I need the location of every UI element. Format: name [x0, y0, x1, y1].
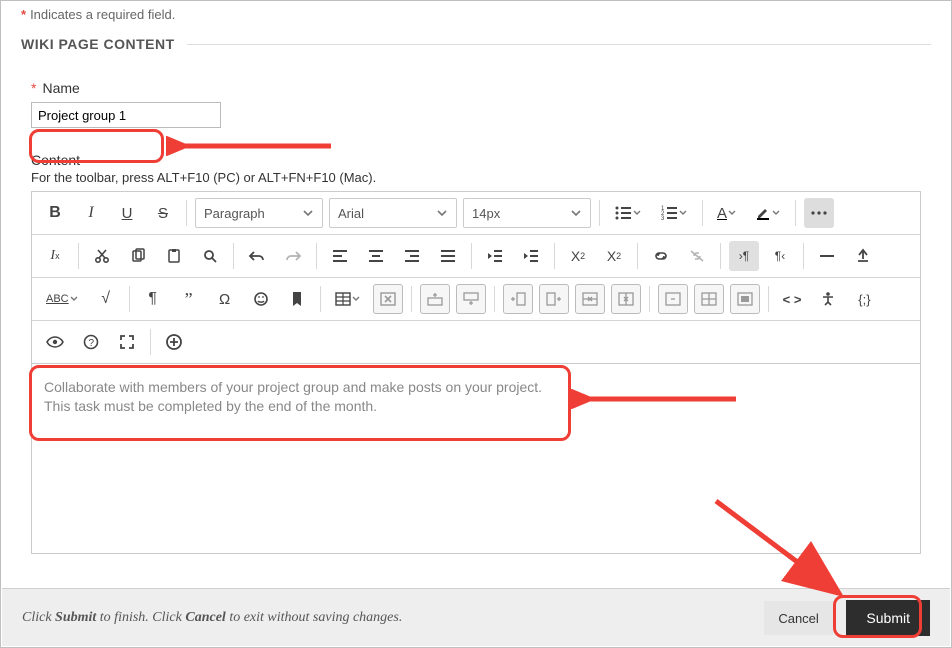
attach-button[interactable] — [848, 241, 878, 271]
redo-button[interactable] — [278, 241, 308, 271]
delete-col-button[interactable] — [611, 284, 641, 314]
strikethrough-button[interactable]: S — [148, 198, 178, 228]
bookmark-button[interactable] — [282, 284, 312, 314]
cut-button[interactable] — [87, 241, 117, 271]
preview-button[interactable] — [40, 327, 70, 357]
text-color-button[interactable]: A — [711, 198, 743, 228]
indent-button[interactable] — [516, 241, 546, 271]
numbered-list-button[interactable]: 123 — [654, 198, 694, 228]
bullet-list-button[interactable] — [608, 198, 648, 228]
ltr-button[interactable]: ›¶ — [729, 241, 759, 271]
code-block-button[interactable]: {;} — [849, 284, 879, 314]
section-title: WIKI PAGE CONTENT — [21, 36, 931, 52]
italic-button[interactable]: I — [76, 198, 106, 228]
insert-row-below-button[interactable] — [456, 284, 486, 314]
horizontal-rule-button[interactable] — [812, 241, 842, 271]
align-center-button[interactable] — [361, 241, 391, 271]
toolbar-hint: For the toolbar, press ALT+F10 (PC) or A… — [31, 170, 931, 185]
align-right-button[interactable] — [397, 241, 427, 271]
math-button[interactable]: √ — [91, 284, 121, 314]
cancel-button[interactable]: Cancel — [764, 601, 832, 635]
special-char-button[interactable]: Ω — [210, 284, 240, 314]
underline-button[interactable]: U — [112, 198, 142, 228]
highlight-color-button[interactable] — [749, 198, 787, 228]
paste-button[interactable] — [159, 241, 189, 271]
editor-content-area[interactable]: Collaborate with members of your project… — [31, 364, 921, 554]
editor-toolbar: B I U S Paragraph Arial 14px 123 A Ix — [31, 191, 921, 364]
submit-button[interactable]: Submit — [846, 600, 930, 636]
code-view-button[interactable]: < > — [777, 284, 808, 314]
bold-button[interactable]: B — [40, 198, 70, 228]
insert-col-right-button[interactable] — [539, 284, 569, 314]
editor-line: Collaborate with members of your project… — [44, 378, 908, 397]
table-button[interactable] — [329, 284, 367, 314]
rtl-button[interactable]: ¶‹ — [765, 241, 795, 271]
link-button[interactable] — [646, 241, 676, 271]
split-cells-button[interactable] — [694, 284, 724, 314]
help-button[interactable]: ? — [76, 327, 106, 357]
paragraph-mark-button[interactable]: ¶ — [138, 284, 168, 314]
svg-text:3: 3 — [661, 216, 665, 221]
insert-col-left-button[interactable] — [503, 284, 533, 314]
block-format-select[interactable]: Paragraph — [195, 198, 323, 228]
name-label: *Name — [31, 80, 931, 96]
merge-cells-button[interactable] — [658, 284, 688, 314]
more-options-button[interactable] — [804, 198, 834, 228]
outdent-button[interactable] — [480, 241, 510, 271]
align-left-button[interactable] — [325, 241, 355, 271]
footer-bar: Click Submit to finish. Click Cancel to … — [2, 588, 950, 646]
footer-instructions: Click Submit to finish. Click Cancel to … — [22, 610, 402, 626]
add-content-button[interactable] — [159, 327, 189, 357]
delete-row-button[interactable] — [575, 284, 605, 314]
unlink-button[interactable] — [682, 241, 712, 271]
emoji-button[interactable] — [246, 284, 276, 314]
spellcheck-button[interactable]: ABC — [40, 284, 85, 314]
subscript-button[interactable]: X2 — [599, 241, 629, 271]
fullscreen-button[interactable] — [112, 327, 142, 357]
chevron-down-icon — [570, 207, 582, 219]
undo-button[interactable] — [242, 241, 272, 271]
clear-format-button[interactable]: Ix — [40, 241, 70, 271]
insert-row-above-button[interactable] — [420, 284, 450, 314]
blockquote-button[interactable]: ” — [174, 284, 204, 314]
accessibility-button[interactable] — [813, 284, 843, 314]
superscript-button[interactable]: X2 — [563, 241, 593, 271]
name-input[interactable] — [31, 102, 221, 128]
svg-text:?: ? — [89, 338, 95, 349]
copy-button[interactable] — [123, 241, 153, 271]
chevron-down-icon — [302, 207, 314, 219]
font-size-select[interactable]: 14px — [463, 198, 591, 228]
editor-line: This task must be completed by the end o… — [44, 397, 908, 416]
content-label: Content — [31, 152, 931, 168]
delete-table-button[interactable] — [373, 284, 403, 314]
cell-props-button[interactable] — [730, 284, 760, 314]
find-button[interactable] — [195, 241, 225, 271]
required-field-note: *Indicates a required field. — [21, 1, 931, 36]
font-family-select[interactable]: Arial — [329, 198, 457, 228]
align-justify-button[interactable] — [433, 241, 463, 271]
chevron-down-icon — [436, 207, 448, 219]
